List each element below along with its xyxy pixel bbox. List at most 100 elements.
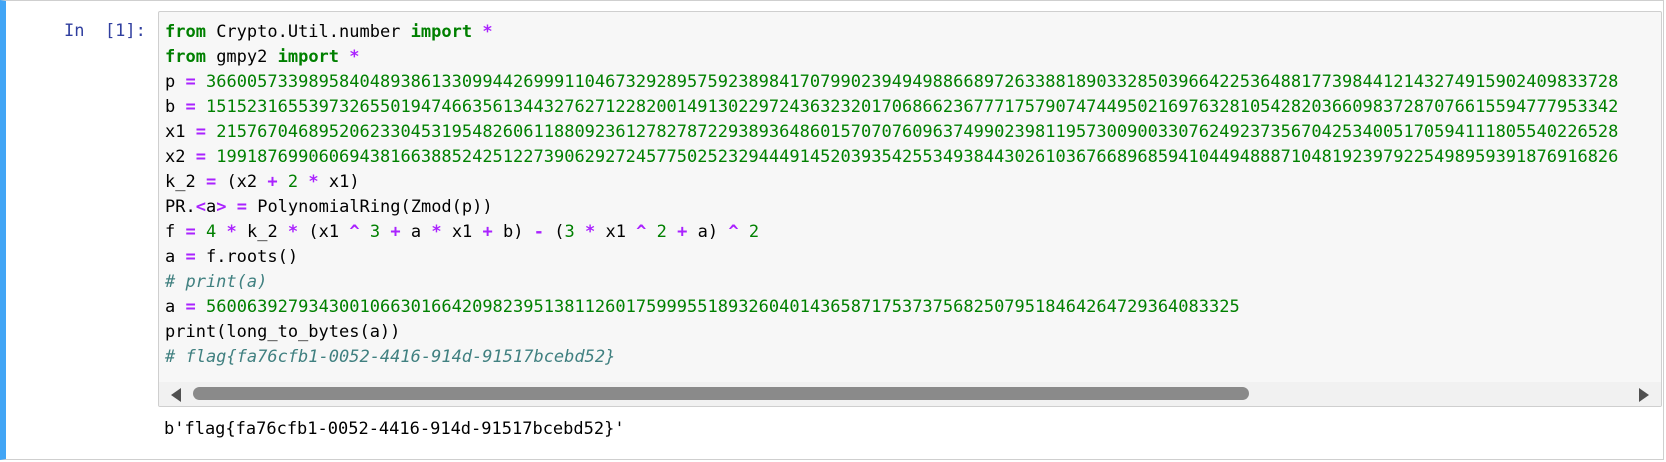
code-token: (x2 [216,172,268,192]
code-token: ^ [349,222,360,242]
code-token: 4 [205,222,217,242]
code-token: 3 [369,222,381,242]
scroll-left-icon[interactable] [171,388,181,402]
code-line: a = 560063927934300106630166420982395138… [165,295,1618,320]
code-token: * [431,222,442,242]
code-token: # print(a) [165,272,268,292]
scrollbar-thumb[interactable] [193,387,1249,400]
code-token: x1 [165,122,196,142]
code-line: b = 151523165539732655019474663561344327… [165,95,1618,120]
code-token: = [185,222,196,242]
code-token: gmpy2 [205,47,278,67]
code-token: print(long_to_bytes(a)) [165,322,401,342]
code-token: + [482,222,493,242]
code-token: = [236,197,247,217]
code-line: # print(a) [165,270,1618,295]
code-token: 2 [287,172,299,192]
code-token: * [308,172,319,192]
code-line: from Crypto.Util.number import * [165,20,1618,45]
code-token: a [165,247,186,267]
code-token: b) [492,222,534,242]
code-token: a [400,222,432,242]
code-line: from gmpy2 import * [165,45,1618,70]
code-token: f [165,222,186,242]
code-token: (x1 [298,222,350,242]
code-token: * [482,22,493,42]
code-token: = [195,147,206,167]
input-prompt: In [1]: [64,21,146,41]
code-token: PolynomialRing(Zmod(p)) [246,197,493,217]
code-line: x1 = 21576704689520623304531954826061188… [165,120,1618,145]
code-line: f = 4 * k_2 * (x1 ^ 3 + a * x1 + b) - (3… [165,220,1618,245]
code-token: ^ [636,222,647,242]
code-token: + [677,222,688,242]
code-token: import [277,47,340,67]
code-token: # flag{fa76cfb1-0052-4416-914d-91517bceb… [165,347,616,367]
code-token: = [185,247,196,267]
code-token: a [205,197,217,217]
code-token: b [165,97,186,117]
code-token: > [216,197,227,217]
code-token: = [195,122,206,142]
notebook-cell[interactable]: In [1]: from Crypto.Util.number import *… [0,0,1664,460]
code-token: 1991876990606943816638852425122739062927… [216,147,1619,167]
code-token: x2 [165,147,196,167]
code-token: 2 [748,222,760,242]
code-line: PR.<a> = PolynomialRing(Zmod(p)) [165,195,1618,220]
code-token: a) [687,222,729,242]
code-token: a [165,297,186,317]
code-token: x1 [595,222,637,242]
code-line: x2 = 19918769906069438166388524251227390… [165,145,1618,170]
code-token: = [205,172,217,192]
code-content[interactable]: from Crypto.Util.number import * from gmp… [165,20,1618,370]
code-token: k_2 [165,172,206,192]
cell-output: b'flag{fa76cfb1-0052-4416-914d-91517bceb… [164,419,625,439]
code-line: k_2 = (x2 + 2 * x1) [165,170,1618,195]
code-token: from [165,47,206,67]
code-token: + [390,222,401,242]
code-token: ^ [728,222,739,242]
code-token: f.roots() [195,247,299,267]
code-token: 3660057339895840489386133099442699911046… [205,72,1619,92]
code-token: 5600639279343001066301664209823951381126… [205,297,1240,317]
code-token: = [185,97,196,117]
code-token: * [287,222,299,242]
scroll-right-icon[interactable] [1639,388,1649,402]
code-token: k_2 [236,222,288,242]
code-token: - [533,222,544,242]
code-token: * [349,47,360,67]
code-token: 3 [564,222,575,242]
code-token: = [185,297,196,317]
code-token: 1515231655397326550194746635613443276271… [205,97,1619,117]
code-line: p = 366005733989584048938613309944269991… [165,70,1618,95]
code-editor[interactable]: from Crypto.Util.number import * from gmp… [158,11,1662,407]
code-token: PR. [165,197,196,217]
code-token: 2 [656,222,667,242]
code-token: ( [543,222,565,242]
code-token: < [195,197,206,217]
code-token: import [410,22,473,42]
code-token: * [226,222,237,242]
horizontal-scrollbar[interactable] [159,382,1661,406]
code-token: x1) [318,172,360,192]
code-token: from [165,22,206,42]
code-token: 2157670468952062330453195482606118809236… [216,122,1619,142]
code-token: x1 [441,222,483,242]
code-token: * [584,222,596,242]
